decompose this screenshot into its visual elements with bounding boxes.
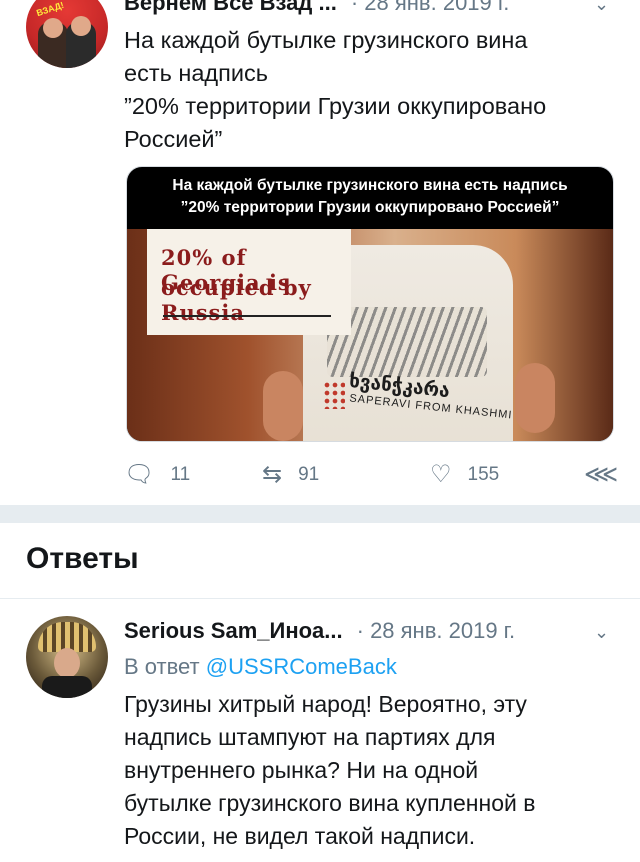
like-count: 155 [467,463,500,485]
sticker-text-line: occupied by Russia [161,275,312,325]
avatar-face-right [71,16,91,36]
avatar-face [54,648,80,678]
tweet-text-line: На каждой бутылке грузинского вина [124,27,528,53]
tweet-media-image[interactable]: На каждой бутылке грузинского вина есть … [126,166,614,442]
tweet-header: Вернем Все Взад ... · 28 янв. 2019 г. [124,0,509,16]
author-avatar[interactable]: ВЗАД! [26,0,108,68]
reply-text-line: внутреннего рынка? Ни на одной [124,757,479,783]
grapes-icon [323,381,345,409]
tweet-date[interactable]: · 28 янв. 2019 г. [351,0,510,15]
hand [263,371,303,441]
vineyard-drawing [327,307,487,377]
reply-count: 11 [170,463,191,485]
heart-icon: ♡ [430,461,452,488]
retweet-icon: ⇆ [262,461,283,488]
like-button[interactable]: ♡ 155 [430,460,499,489]
tweet-text: На каждой бутылке грузинского вина есть … [124,24,604,156]
share-button[interactable]: ⋘ [584,460,634,489]
retweet-button[interactable]: ⇆ 91 [262,460,319,489]
reply-header: Serious Sam_Иноа... · 28 янв. 2019 г. [124,618,515,644]
sticker-label: 20% of Georgia is occupied by Russia [147,229,351,335]
reply-button[interactable]: 🗨 11 [124,460,190,489]
mention-link[interactable]: @USSRComeBack [206,654,397,679]
retweet-count: 91 [298,463,320,485]
reply-author-avatar[interactable] [26,616,108,698]
replies-heading: Ответы [26,542,139,575]
tweet-text-line: Россией” [124,126,223,152]
chevron-down-icon[interactable]: ⌄ [594,0,609,15]
share-icon: ⋘ [584,461,619,488]
divider [0,598,640,599]
reply-text: Грузины хитрый народ! Вероятно, эту надп… [124,688,614,853]
hand [515,363,555,433]
reply-text-line: Грузины хитрый народ! Вероятно, эту [124,691,527,717]
tweet-text-line: есть надпись [124,60,268,86]
in-reply-prefix: В ответ [124,654,200,679]
avatar-decoration: ВЗАД! [35,0,66,19]
in-reply-to: В ответ @USSRComeBack [124,654,397,680]
tweet[interactable]: ВЗАД! Вернем Все Взад ... · 28 янв. 2019 … [0,0,640,505]
reply-icon: 🗨 [124,461,155,488]
media-caption-line: ”20% территории Грузии оккупировано Росс… [180,199,560,216]
barbed-wire [163,315,331,317]
reply-author-name[interactable]: Serious Sam_Иноа... [124,618,343,643]
reply-date[interactable]: · 28 янв. 2019 г. [357,618,516,643]
avatar-face-left [43,18,63,38]
reply-text-line: надпись штампуют на партиях для [124,724,496,750]
reply-text-line: бутылке грузинского вина купленной в [124,790,536,816]
author-name[interactable]: Вернем Все Взад ... [124,0,337,15]
chevron-down-icon[interactable]: ⌄ [594,622,609,643]
avatar-suit [42,676,92,698]
reply-text-line: России, не видел такой надписи. [124,823,476,849]
section-separator [0,505,640,523]
media-caption-line: На каждой бутылке грузинского вина есть … [172,177,568,194]
tweet-text-line: ”20% территории Грузии оккупировано [124,93,547,119]
